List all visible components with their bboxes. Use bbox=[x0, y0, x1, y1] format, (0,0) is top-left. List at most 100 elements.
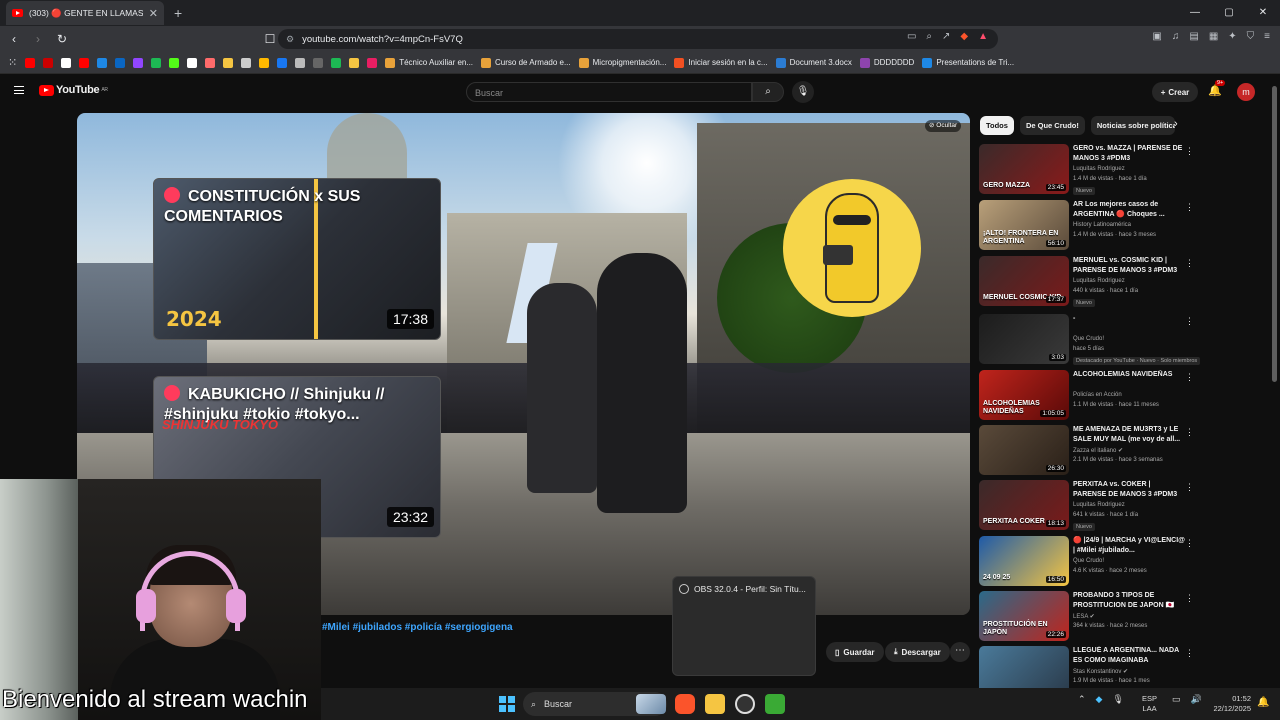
channel-name[interactable]: Stas Konstantinov ✔ bbox=[1073, 668, 1128, 675]
search-button[interactable]: ⌕ bbox=[752, 82, 784, 102]
vpn-icon[interactable]: ⛉ bbox=[1247, 31, 1255, 42]
media-icon[interactable]: ♫ bbox=[1172, 31, 1180, 42]
recommendation-item[interactable]: PERXITAA COKER 18:13 PERXITAA vs. COKER | … bbox=[979, 480, 1269, 532]
reading-list-icon[interactable]: ▤ bbox=[1189, 31, 1198, 42]
chip-todos[interactable]: Todos bbox=[980, 116, 1014, 135]
recommendation-thumbnail[interactable]: MERNUEL COSMIC KID 17:37 bbox=[979, 256, 1069, 306]
more-options-icon[interactable]: ⋮ bbox=[1185, 316, 1194, 327]
site-info-icon[interactable]: ⚙ bbox=[286, 34, 294, 45]
maximize-button[interactable]: ▢ bbox=[1212, 0, 1246, 26]
chevron-up-icon[interactable]: ⌃ bbox=[1078, 694, 1086, 705]
more-options-icon[interactable]: ⋮ bbox=[1185, 372, 1194, 383]
more-options-icon[interactable]: ⋮ bbox=[1185, 146, 1194, 157]
recommendation-item[interactable]: ALCOHOLEMIAS NAVIDEÑAS 1:05:05 ALCOHOLEMIA… bbox=[979, 370, 1269, 422]
microphone-tray-icon[interactable]: 🎙 bbox=[1112, 694, 1123, 705]
recommendation-thumbnail[interactable]: PERXITAA COKER 18:13 bbox=[979, 480, 1069, 530]
bookmark-favicon-icon[interactable] bbox=[277, 57, 288, 68]
channel-name[interactable]: Luquitas Rodriguez bbox=[1073, 166, 1125, 172]
bookmark-item[interactable]: Técnico Auxiliar en... bbox=[385, 57, 473, 68]
recommendation-thumbnail[interactable]: 26:30 bbox=[979, 425, 1069, 475]
recommendation-thumbnail[interactable]: ALCOHOLEMIAS NAVIDEÑAS 1:05:05 bbox=[979, 370, 1069, 420]
hamburger-menu-icon[interactable] bbox=[14, 86, 24, 94]
recommendation-title[interactable]: ME AMENAZA DE MU3RT3 y LE SALE MUY MAL (… bbox=[1073, 425, 1185, 445]
bookmark-favicon-icon[interactable] bbox=[79, 57, 90, 68]
bookmark-favicon-icon[interactable] bbox=[331, 57, 342, 68]
browser-tab-youtube[interactable]: (303) 🔴 GENTE EN LLAMAS ✕ bbox=[6, 1, 164, 25]
channel-name[interactable]: Policías en Acción bbox=[1073, 392, 1122, 398]
network-sound-tray[interactable]: ▭ 🔊 bbox=[1172, 694, 1202, 705]
bookmark-favicon-icon[interactable] bbox=[169, 57, 180, 68]
bookmark-favicon-icon[interactable] bbox=[205, 57, 216, 68]
more-options-icon[interactable]: ⋮ bbox=[1185, 427, 1194, 438]
wallet-icon[interactable]: ▦ bbox=[1209, 31, 1218, 42]
recommendation-thumbnail[interactable]: 3:03 bbox=[979, 314, 1069, 364]
recommendation-title[interactable]: - bbox=[1073, 314, 1185, 324]
zoom-icon[interactable]: ⌕ bbox=[926, 31, 932, 42]
account-avatar[interactable]: m bbox=[1237, 83, 1255, 101]
cast-icon[interactable]: ▭ bbox=[907, 31, 916, 42]
more-actions-button[interactable]: ⋯ bbox=[950, 642, 970, 662]
recommendation-item[interactable]: MERNUEL COSMIC KID 17:37 MERNUEL vs. COSMI… bbox=[979, 256, 1269, 308]
recommendation-item[interactable]: ¡ALTO! FRONTERA EN ARGENTINA 56:10 AR Los … bbox=[979, 200, 1269, 252]
bookmark-favicon-icon[interactable] bbox=[25, 57, 36, 68]
tab-close-icon[interactable]: ✕ bbox=[149, 7, 158, 20]
recommendation-title[interactable]: PERXITAA vs. COKER | PARENSE DE MANOS 3 … bbox=[1073, 480, 1185, 500]
bookmark-item[interactable]: Iniciar sesión en la c... bbox=[674, 57, 768, 68]
brave-shield-icon[interactable]: ◆ bbox=[960, 31, 968, 42]
forward-icon[interactable]: › bbox=[28, 32, 48, 46]
recommendation-title[interactable]: PROBANDO 3 TIPOS DE PROSTITUCION DE JAPO… bbox=[1073, 591, 1185, 611]
system-clock[interactable]: 01:52 22/12/2025 bbox=[1205, 694, 1251, 714]
voice-search-button[interactable]: 🎙 bbox=[792, 81, 814, 103]
new-tab-button[interactable]: + bbox=[174, 5, 182, 21]
recommendation-title[interactable]: AR Los mejores casos de ARGENTINA 🔴 Choq… bbox=[1073, 200, 1185, 220]
bookmark-item[interactable]: Presentations de Tri... bbox=[922, 57, 1014, 68]
bookmark-favicon-icon[interactable] bbox=[61, 57, 72, 68]
more-options-icon[interactable]: ⋮ bbox=[1185, 538, 1194, 549]
taskbar-widget-icon[interactable] bbox=[636, 694, 666, 714]
channel-name[interactable]: Que Crudo! bbox=[1073, 336, 1104, 342]
close-window-button[interactable]: ✕ bbox=[1246, 0, 1280, 26]
chip-de-que-crudo[interactable]: De Que Crudo! bbox=[1019, 116, 1085, 135]
recommendation-item[interactable]: GERO MAZZA 23:45 GERO vs. MAZZA | PARENSE … bbox=[979, 144, 1269, 196]
address-bar[interactable]: ⚙ youtube.com/watch?v=4mpCn-FsV7Q bbox=[278, 29, 998, 49]
menu-icon[interactable]: ≡ bbox=[1264, 31, 1270, 42]
bookmark-star-icon[interactable]: ☐ bbox=[260, 32, 280, 46]
obs-taskbar-preview[interactable]: OBS 32.0.4 - Perfil: Sin Títu... bbox=[672, 576, 816, 676]
back-icon[interactable]: ‹ bbox=[4, 32, 24, 46]
notifications-button[interactable]: 🔔 9+ bbox=[1208, 80, 1226, 97]
brave-browser-taskbar-icon[interactable] bbox=[675, 694, 695, 714]
app-taskbar-icon[interactable] bbox=[765, 694, 785, 714]
recommendation-item[interactable]: 24 09 25 16:50 🔴 |24/9 | MARCHA y VI@LENCI… bbox=[979, 536, 1269, 588]
recommendation-item[interactable]: 3:03 - Que Crudo! hace 5 días Destacado por … bbox=[979, 314, 1269, 366]
recommendation-thumbnail[interactable]: 24 09 25 16:50 bbox=[979, 536, 1069, 586]
bookmark-favicon-icon[interactable] bbox=[259, 57, 270, 68]
bookmark-item[interactable]: Curso de Armado e... bbox=[481, 57, 571, 68]
bookmark-favicon-icon[interactable] bbox=[115, 57, 126, 68]
channel-name[interactable]: Luquitas Rodriguez bbox=[1073, 502, 1125, 508]
input-language[interactable]: ESP LAA bbox=[1142, 694, 1157, 714]
hide-end-cards-button[interactable]: ⊘ Ocultar bbox=[925, 120, 962, 132]
save-button[interactable]: ▯ Guardar bbox=[826, 642, 884, 662]
recommendation-item[interactable]: PROSTITUCIÓN EN JAPÓN 22:26 PROBANDO 3 TIP… bbox=[979, 591, 1269, 643]
more-options-icon[interactable]: ⋮ bbox=[1185, 648, 1194, 659]
recommendation-thumbnail[interactable]: PROSTITUCIÓN EN JAPÓN 22:26 bbox=[979, 591, 1069, 641]
recommendation-thumbnail[interactable]: ¡ALTO! FRONTERA EN ARGENTINA 56:10 bbox=[979, 200, 1069, 250]
recommendation-title[interactable]: 🔴 |24/9 | MARCHA y VI@LENCI@ | #Milei #j… bbox=[1073, 536, 1185, 556]
leo-ai-icon[interactable]: ✦ bbox=[1228, 31, 1236, 42]
channel-name[interactable]: Que Crudo! bbox=[1073, 558, 1104, 564]
bookmark-item[interactable]: DDDDDDD bbox=[859, 57, 914, 68]
more-options-icon[interactable]: ⋮ bbox=[1185, 482, 1194, 493]
share-icon[interactable]: ↗ bbox=[942, 31, 950, 42]
channel-name[interactable]: Luquitas Rodriguez bbox=[1073, 278, 1125, 284]
bookmark-favicon-icon[interactable] bbox=[187, 57, 198, 68]
bookmark-favicon-icon[interactable] bbox=[223, 57, 234, 68]
bookmark-favicon-icon[interactable] bbox=[367, 57, 378, 68]
minimize-button[interactable]: — bbox=[1178, 0, 1212, 26]
bookmark-item[interactable]: Micropigmentación... bbox=[578, 57, 666, 68]
download-button[interactable]: ⤓ Descargar bbox=[885, 642, 950, 662]
recommendation-title[interactable]: LLEGUÉ A ARGENTINA... NADA ES COMO IMAGI… bbox=[1073, 646, 1185, 666]
sidebar-scrollbar[interactable] bbox=[1272, 86, 1277, 382]
bookmark-item[interactable]: Document 3.docx bbox=[775, 57, 852, 68]
recommendation-title[interactable]: GERO vs. MAZZA | PARENSE DE MANOS 3 #PDM… bbox=[1073, 144, 1185, 164]
end-card-video-1[interactable]: CONSTITUCIÓN x SUS COMENTARIOS 2024 17:3… bbox=[153, 178, 441, 340]
